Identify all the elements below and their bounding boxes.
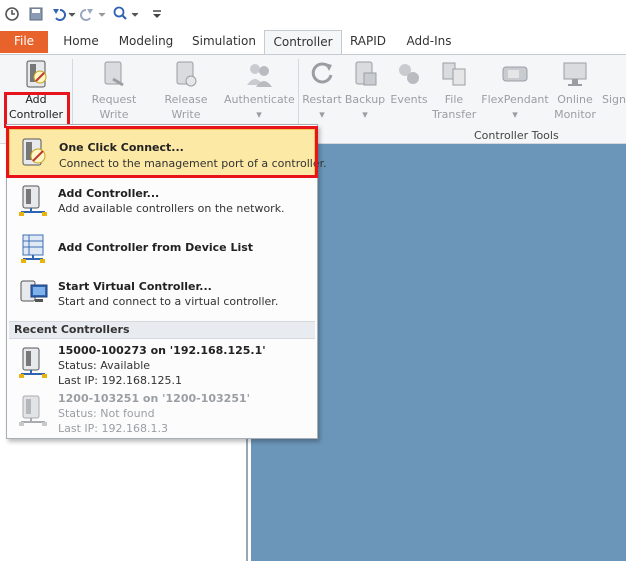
- flexpendant-button[interactable]: FlexPendant ▾: [480, 59, 550, 122]
- backup-icon: [350, 59, 380, 89]
- device-list-icon: [17, 233, 49, 265]
- events-icon: [394, 59, 424, 89]
- customize-icon[interactable]: [150, 6, 164, 22]
- authenticate-button[interactable]: Authenticate ▾: [224, 59, 295, 122]
- group-label-controller-tools: Controller Tools: [474, 129, 559, 142]
- tab-simulation[interactable]: Simulation: [188, 30, 260, 54]
- redo-icon[interactable]: [80, 6, 106, 22]
- restart-icon: [307, 59, 337, 89]
- tab-modeling[interactable]: Modeling: [112, 30, 180, 54]
- restart-button[interactable]: Restart ▾: [302, 59, 342, 122]
- recent-controller-item[interactable]: 1200-103251 on '1200-103251' Status: Not…: [9, 389, 315, 435]
- tab-controller[interactable]: Controller: [264, 30, 342, 55]
- monitor-icon: [560, 59, 590, 89]
- refresh-icon[interactable]: [4, 6, 20, 22]
- quick-access-toolbar: [0, 0, 626, 30]
- controller-network-icon: [17, 347, 49, 379]
- flexpendant-icon: [500, 59, 530, 89]
- ribbon-tabs: File Home Modeling Simulation Controller…: [0, 30, 626, 55]
- tab-file[interactable]: File: [0, 31, 48, 53]
- dropdown-arrow: ▾: [362, 108, 368, 121]
- request-write-icon: [99, 59, 129, 89]
- add-controller-highlight: [4, 92, 70, 128]
- virtual-controller-icon: [17, 277, 49, 309]
- one-click-connect-highlight: [6, 126, 318, 178]
- undo-icon[interactable]: [50, 6, 76, 22]
- add-controller-icon: [21, 59, 51, 89]
- dropdown-arrow: ▾: [319, 108, 325, 121]
- dropdown-arrow: ▾: [256, 108, 262, 121]
- controller-network-icon: [17, 395, 49, 427]
- menu-item-add-controller[interactable]: Add Controller... Add available controll…: [9, 183, 315, 223]
- signal-icon: [602, 59, 626, 89]
- zoom-icon[interactable]: [112, 6, 140, 22]
- recent-controllers-header: Recent Controllers: [9, 321, 315, 339]
- recent-controller-item[interactable]: 15000-100273 on '192.168.125.1' Status: …: [9, 341, 315, 387]
- online-monitor-button[interactable]: Online Monitor: [552, 59, 598, 122]
- events-button[interactable]: Events: [390, 59, 428, 107]
- controller-network-icon: [17, 185, 49, 217]
- tab-add-ins[interactable]: Add-Ins: [400, 30, 458, 54]
- release-write-icon: [171, 59, 201, 89]
- menu-item-add-from-device-list[interactable]: Add Controller from Device List: [9, 229, 315, 269]
- tab-rapid[interactable]: RAPID: [346, 30, 390, 54]
- users-icon: [244, 59, 274, 89]
- menu-item-start-virtual-controller[interactable]: Start Virtual Controller... Start and co…: [9, 273, 315, 315]
- dropdown-arrow: ▾: [512, 108, 518, 121]
- backup-button[interactable]: Backup ▾: [344, 59, 386, 122]
- file-transfer-icon: [439, 59, 469, 89]
- tab-home[interactable]: Home: [56, 30, 106, 54]
- save-icon[interactable]: [28, 6, 44, 22]
- file-transfer-button[interactable]: File Transfer: [432, 59, 476, 122]
- signal-button[interactable]: Sign: [602, 59, 626, 107]
